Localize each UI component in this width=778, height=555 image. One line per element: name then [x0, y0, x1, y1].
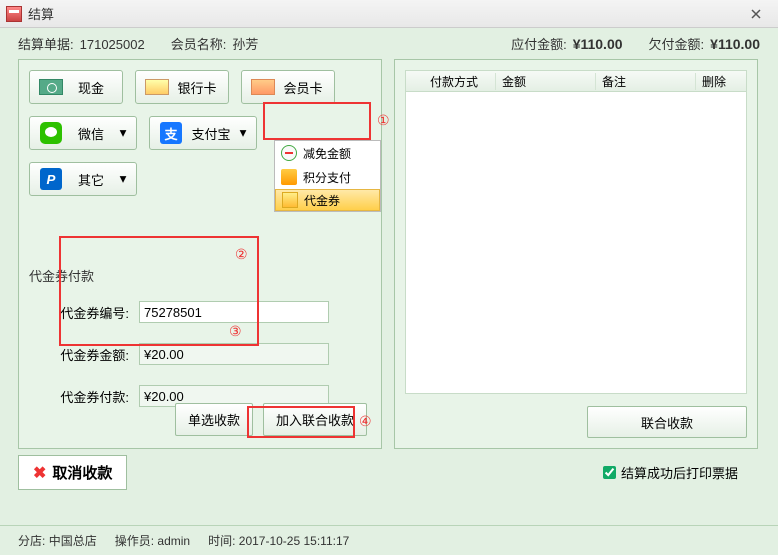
table-body	[405, 92, 747, 394]
member-card-button[interactable]: 会员卡	[241, 70, 335, 104]
col-delete: 删除	[696, 73, 746, 90]
x-icon: ✖	[33, 463, 46, 483]
alipay-label: 支付宝	[186, 124, 236, 143]
table-header: 付款方式 金额 备注 删除	[405, 70, 747, 92]
join-combine-button[interactable]: 加入联合收款	[263, 403, 367, 436]
print-after-settle[interactable]: 结算成功后打印票据	[599, 463, 760, 482]
col-remark: 备注	[596, 73, 696, 90]
annotation-2: ②	[235, 246, 248, 263]
due-label: 应付金额:	[511, 34, 567, 53]
voucher-section-title: 代金券付款	[29, 266, 371, 285]
close-icon	[751, 9, 761, 19]
close-button[interactable]	[740, 4, 772, 24]
alipay-button[interactable]: 支 支付宝 ▾	[149, 116, 257, 150]
other-label: 其它	[66, 170, 116, 189]
cancel-collect-button[interactable]: ✖ 取消收款	[18, 455, 127, 490]
voucher-amount-input	[139, 343, 329, 365]
chevron-down-icon: ▾	[116, 125, 130, 141]
bank-card-icon	[145, 79, 169, 95]
member-name: 孙芳	[232, 34, 258, 53]
dropdown-reduce-label: 减免金额	[303, 145, 351, 162]
branch-name: 中国总店	[49, 534, 97, 548]
col-method: 付款方式	[406, 73, 496, 90]
wechat-button[interactable]: 微信 ▾	[29, 116, 137, 150]
voucher-code-label: 代金券编号:	[29, 303, 139, 322]
title-bar: 结算	[0, 0, 778, 28]
operator-name: admin	[157, 534, 190, 548]
dropdown-voucher[interactable]: 代金券	[275, 189, 380, 211]
col-amount: 金额	[496, 73, 596, 90]
dropdown-points[interactable]: 积分支付	[275, 165, 380, 189]
dropdown-reduce[interactable]: 减免金额	[275, 141, 380, 165]
wechat-label: 微信	[66, 124, 116, 143]
left-panel: 现金 银行卡 会员卡 微信 ▾ 支 支付宝 ▾ P 其它	[18, 59, 382, 449]
cancel-label: 取消收款	[52, 462, 112, 483]
voucher-code-input[interactable]	[139, 301, 329, 323]
member-label: 会员卡	[278, 78, 328, 97]
bank-card-button[interactable]: 银行卡	[135, 70, 229, 104]
chevron-down-icon: ▾	[236, 125, 250, 141]
dropdown-points-label: 积分支付	[303, 169, 351, 186]
due-amount: ¥110.00	[573, 36, 623, 52]
voucher-icon	[282, 192, 298, 208]
status-bar: 分店: 中国总店 操作员: admin 时间: 2017-10-25 15:11…	[0, 525, 778, 555]
other-dropdown: 减免金额 积分支付 代金券	[274, 140, 381, 212]
bill-number: 171025002	[80, 37, 145, 52]
voucher-pay-label: 代金券付款:	[29, 387, 139, 406]
cash-label: 现金	[66, 78, 116, 97]
member-label: 会员名称:	[171, 34, 227, 53]
alipay-icon: 支	[160, 122, 182, 144]
member-card-icon	[251, 79, 275, 95]
bill-label: 结算单据:	[18, 34, 74, 53]
other-button[interactable]: P 其它 ▾	[29, 162, 137, 196]
wechat-icon	[40, 122, 62, 144]
cash-icon	[39, 79, 63, 95]
owe-label: 欠付金额:	[649, 34, 705, 53]
cash-button[interactable]: 现金	[29, 70, 123, 104]
bank-label: 银行卡	[172, 78, 222, 97]
header-info: 结算单据: 171025002 会员名称: 孙芳 应付金额: ¥110.00 欠…	[0, 28, 778, 53]
dropdown-voucher-label: 代金券	[304, 192, 340, 209]
window-title: 结算	[28, 4, 54, 23]
other-icon: P	[40, 168, 62, 190]
annotation-1: ①	[377, 112, 390, 129]
medal-icon	[281, 169, 297, 185]
print-checkbox[interactable]	[603, 466, 616, 479]
combine-collect-button[interactable]: 联合收款	[587, 406, 747, 438]
status-time: 2017-10-25 15:11:17	[239, 534, 350, 548]
owe-amount: ¥110.00	[710, 36, 760, 52]
minus-icon	[281, 145, 297, 161]
single-collect-button[interactable]: 单选收款	[175, 403, 253, 436]
print-label: 结算成功后打印票据	[621, 463, 738, 482]
chevron-down-icon: ▾	[116, 171, 130, 187]
app-icon	[6, 6, 22, 22]
right-panel: 付款方式 金额 备注 删除 联合收款	[394, 59, 758, 449]
voucher-amount-label: 代金券金额:	[29, 345, 139, 364]
